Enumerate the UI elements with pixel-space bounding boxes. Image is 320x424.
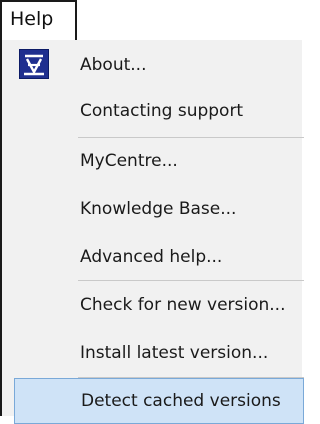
menu-item-install-latest-version[interactable]: Install latest version... — [64, 330, 304, 376]
menu-item-about[interactable]: About... — [64, 42, 304, 88]
menu-bar: Help — [0, 0, 302, 44]
menu-item-mycentre[interactable]: MyCentre... — [64, 138, 304, 184]
menu-item-check-for-new-version[interactable]: Check for new version... — [64, 282, 304, 328]
help-dropdown-menu: About... Contacting support MyCentre... … — [0, 40, 304, 424]
help-menu-button[interactable]: Help — [0, 0, 77, 42]
menu-separator — [78, 280, 304, 281]
menu-item-advanced-help[interactable]: Advanced help... — [64, 234, 304, 280]
menu-item-detect-cached-versions[interactable]: Detect cached versions — [14, 378, 304, 424]
menu-icon-gutter — [2, 40, 64, 416]
menu-item-contacting-support[interactable]: Contacting support — [64, 88, 304, 134]
about-icon — [19, 49, 49, 79]
menu-item-knowledge-base[interactable]: Knowledge Base... — [64, 186, 304, 232]
